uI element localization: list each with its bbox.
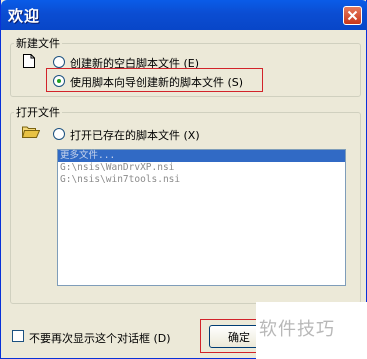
recent-files-list[interactable]: 更多文件... G:\nsis\WanDrvXP.nsi G:\nsis\win…	[57, 149, 346, 286]
open-file-legend: 打开文件	[16, 106, 60, 119]
highlight-frame	[46, 68, 263, 92]
blank-document-icon	[23, 54, 35, 68]
close-icon	[347, 10, 358, 21]
new-file-legend: 新建文件	[16, 37, 60, 50]
open-existing-script-label[interactable]: 打开已存在的脚本文件 (X)	[70, 127, 200, 143]
dont-show-again-checkbox[interactable]	[12, 330, 24, 342]
open-existing-script-radio[interactable]	[53, 128, 65, 140]
list-item[interactable]: G:\nsis\win7tools.nsi	[58, 174, 345, 186]
open-folder-icon	[22, 126, 40, 138]
welcome-dialog: 欢迎 新建文件 创建新的空白脚本文件 (E) 使用脚本向导创建新的脚本文件 (S…	[0, 0, 367, 359]
close-button[interactable]	[343, 6, 362, 25]
list-item[interactable]: 更多文件...	[58, 150, 345, 162]
title-bar[interactable]: 欢迎	[1, 0, 367, 30]
list-item[interactable]: G:\nsis\WanDrvXP.nsi	[58, 162, 345, 174]
window-title: 欢迎	[8, 7, 41, 25]
dont-show-again-label[interactable]: 不要再次显示这个对话框 (D)	[29, 330, 171, 346]
watermark-text: 软件技巧	[259, 319, 335, 340]
new-blank-script-radio[interactable]	[53, 56, 65, 68]
